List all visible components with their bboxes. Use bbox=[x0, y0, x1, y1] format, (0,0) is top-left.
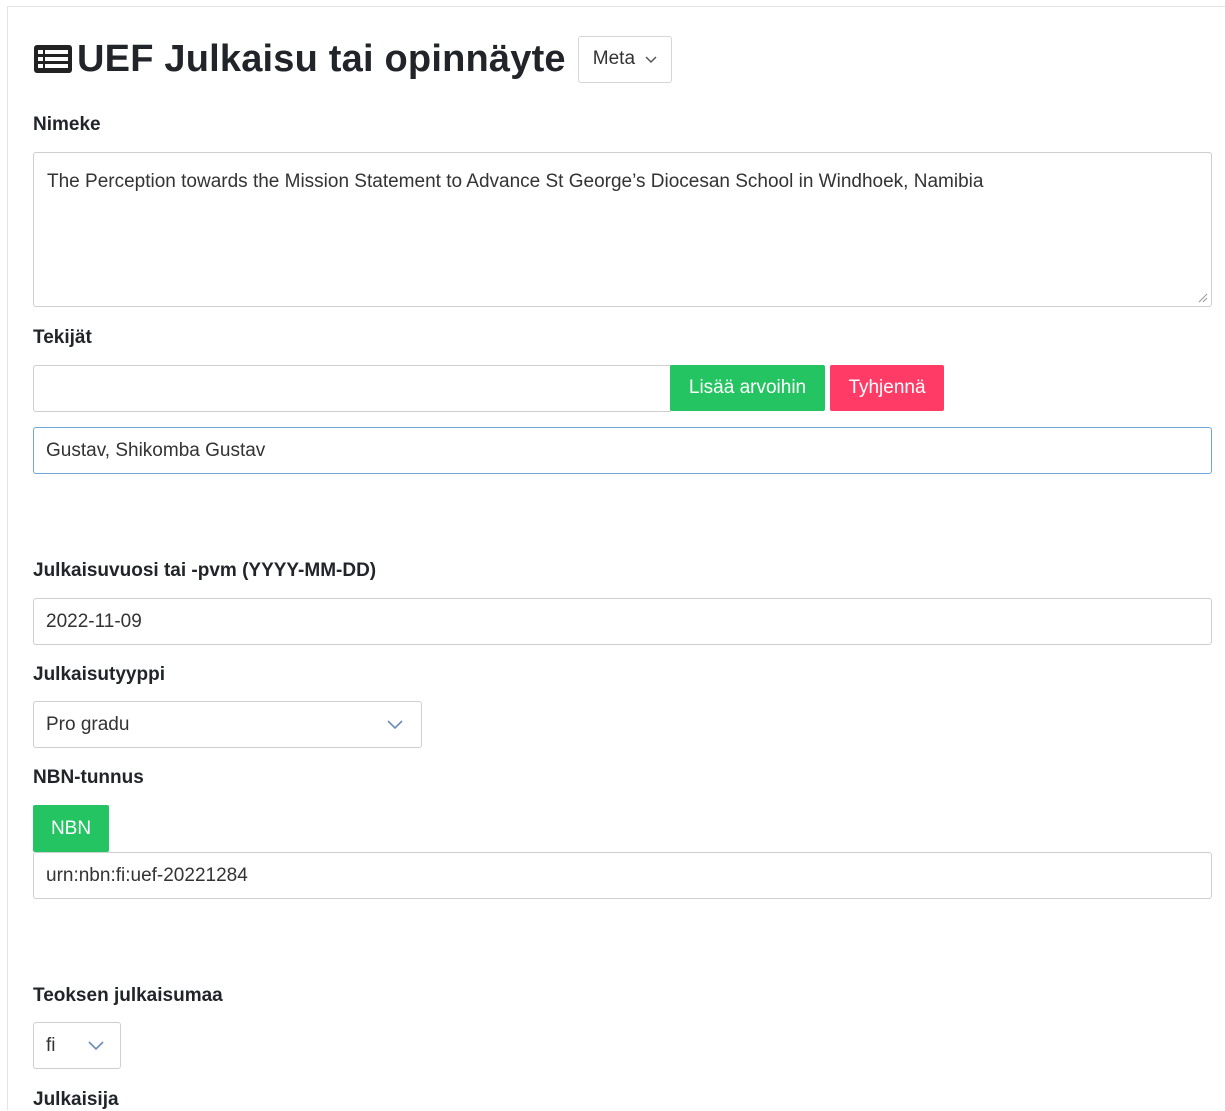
julkaisuvuosi-label: Julkaisuvuosi tai -pvm (YYYY-MM-DD) bbox=[33, 560, 377, 581]
meta-dropdown-button[interactable]: Meta bbox=[577, 35, 673, 83]
julkaisutyyppi-label: Julkaisutyyppi bbox=[33, 664, 165, 685]
chevron-down-icon bbox=[387, 714, 403, 736]
clear-button[interactable]: Tyhjennä bbox=[830, 365, 944, 411]
author-input[interactable] bbox=[33, 365, 671, 412]
tekijat-label: Tekijät bbox=[33, 327, 92, 348]
list-alt-icon bbox=[33, 44, 73, 74]
chevron-down-icon bbox=[645, 48, 657, 70]
chevron-down-icon bbox=[88, 1035, 104, 1057]
meta-button-label: Meta bbox=[592, 48, 636, 69]
frame-border-top bbox=[7, 6, 1225, 7]
nbn-label: NBN-tunnus bbox=[33, 767, 144, 788]
julkaisija-label: Julkaisija bbox=[33, 1089, 119, 1110]
publication-date-input[interactable] bbox=[33, 598, 1212, 645]
page-header: UEF Julkaisu tai opinnäyte Meta bbox=[33, 32, 673, 86]
country-select[interactable]: fi bbox=[33, 1022, 121, 1069]
nbn-input[interactable] bbox=[33, 852, 1212, 899]
julkaisumaa-label: Teoksen julkaisumaa bbox=[33, 985, 223, 1006]
page-title: UEF Julkaisu tai opinnäyte bbox=[77, 38, 566, 80]
frame-border-left bbox=[7, 6, 8, 1110]
country-selected: fi bbox=[46, 1034, 56, 1056]
nimeke-textarea[interactable]: The Perception towards the Mission State… bbox=[33, 152, 1212, 307]
add-to-values-button[interactable]: Lisää arvoihin bbox=[670, 365, 825, 411]
publication-type-selected: Pro gradu bbox=[46, 713, 130, 735]
publication-type-select[interactable]: Pro gradu bbox=[33, 701, 422, 748]
nimeke-label: Nimeke bbox=[33, 114, 101, 135]
form-page: UEF Julkaisu tai opinnäyte Meta Nimeke T… bbox=[0, 0, 1225, 1110]
nbn-button[interactable]: NBN bbox=[33, 805, 109, 852]
authors-values-field[interactable] bbox=[33, 427, 1212, 474]
resize-grip-icon[interactable] bbox=[1196, 290, 1208, 303]
